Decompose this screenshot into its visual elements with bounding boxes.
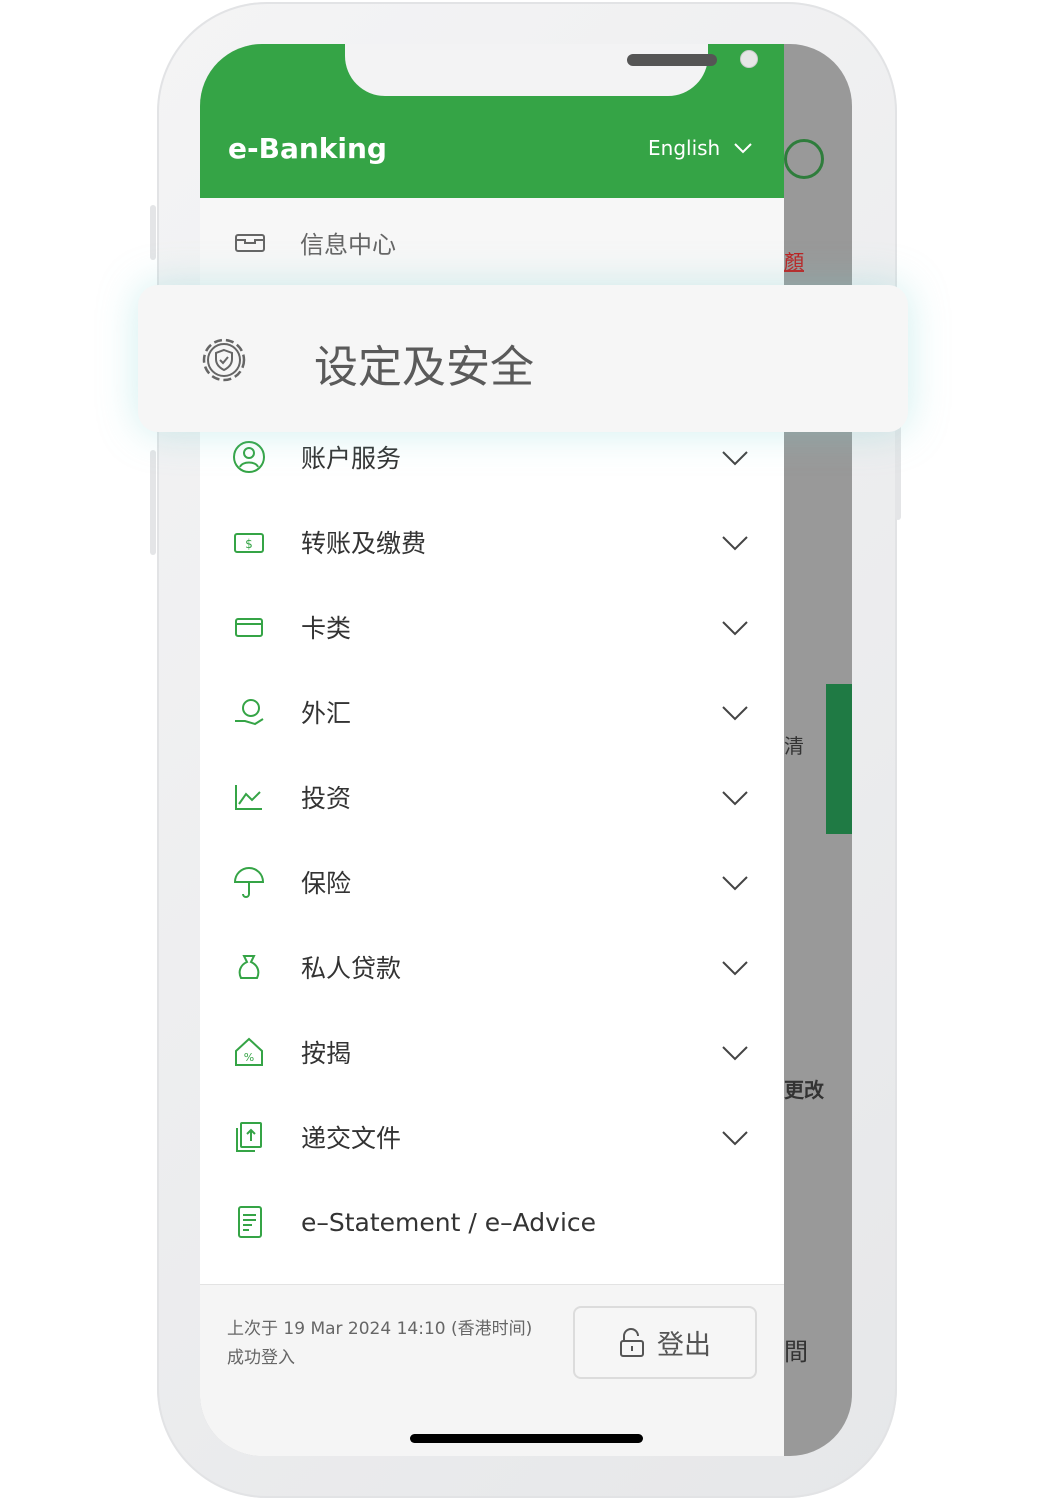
menu-label: 转账及缴费: [301, 529, 427, 558]
menu-item[interactable]: 卡类: [200, 597, 784, 657]
menu-item[interactable]: % 按揭: [200, 1022, 784, 1082]
menu-item-message-center[interactable]: 信息中心: [200, 198, 784, 286]
document-icon: [238, 1206, 262, 1238]
chevron-down-icon: [734, 143, 752, 154]
chevron-down-icon[interactable]: [722, 444, 748, 470]
inbox-icon: [235, 234, 265, 252]
menu-label: 账户服务: [301, 444, 402, 473]
upload-doc-icon: [236, 1122, 262, 1152]
user-icon: [233, 441, 265, 473]
menu-label: 递交文件: [301, 1124, 402, 1153]
menu-label: 按揭: [301, 1039, 352, 1068]
chevron-down-icon[interactable]: [722, 869, 748, 895]
card-icon: [235, 618, 263, 637]
menu-item[interactable]: 私人贷款: [200, 937, 784, 997]
transfer-icon: $: [234, 533, 264, 553]
menu-label: 外汇: [301, 699, 352, 728]
chevron-down-icon[interactable]: [722, 614, 748, 640]
house-percent-icon: %: [235, 1037, 263, 1066]
chevron-down-icon[interactable]: [722, 1124, 748, 1150]
background-text: 間: [784, 1338, 808, 1366]
menu-label: 保险: [301, 869, 352, 898]
menu-item[interactable]: $ 转账及缴费: [200, 512, 784, 572]
notch: [345, 44, 758, 96]
menu-label: 信息中心: [300, 230, 396, 259]
menu-item[interactable]: e–Statement / e–Advice: [200, 1192, 784, 1252]
menu-label: 卡类: [301, 614, 352, 643]
last-login-line: 成功登入: [227, 1348, 295, 1368]
menu-item[interactable]: 账户服务: [200, 427, 784, 487]
phone-button: [150, 450, 156, 555]
chat-icon: [784, 139, 824, 179]
chevron-down-icon[interactable]: [722, 699, 748, 725]
language-label: English: [648, 136, 721, 160]
background-text: 顏: [784, 250, 804, 274]
last-login-text: 上次于 19 Mar 2024 14:10 (香港时间) 成功登入: [227, 1315, 532, 1373]
screen: 顏 清 更改 間 e-Banking English 信息中心 账户服务 $ 转账及…: [200, 44, 852, 1456]
umbrella-icon: [233, 867, 265, 898]
unlock-icon: [620, 1327, 644, 1357]
chevron-down-icon[interactable]: [722, 1039, 748, 1065]
menu-item[interactable]: 投资: [200, 767, 784, 827]
chevron-down-icon[interactable]: [722, 954, 748, 980]
drawer-header: e-Banking English: [200, 44, 784, 198]
navigation-drawer: e-Banking English 信息中心 账户服务 $ 转账及缴费卡类外汇投资保…: [200, 44, 784, 1456]
menu-item-settings-security[interactable]: 设定及安全: [138, 285, 908, 432]
language-selector[interactable]: English: [648, 136, 752, 160]
app-title: e-Banking: [228, 132, 387, 165]
background-chart: [826, 684, 852, 834]
menu-label: 私人贷款: [301, 954, 402, 983]
logout-button[interactable]: 登出: [573, 1306, 757, 1379]
fx-icon: [235, 699, 264, 726]
menu-item[interactable]: 外汇: [200, 682, 784, 742]
background-text: 清: [784, 734, 804, 758]
menu-item[interactable]: 递交文件: [200, 1107, 784, 1167]
logout-label: 登出: [657, 1330, 711, 1361]
phone-button: [150, 205, 156, 260]
menu-label: 投资: [301, 784, 352, 813]
chevron-down-icon[interactable]: [722, 784, 748, 810]
svg-text:$: $: [245, 537, 253, 551]
chevron-down-icon[interactable]: [722, 529, 748, 555]
home-indicator[interactable]: [410, 1434, 643, 1443]
chart-icon: [235, 785, 262, 810]
menu-label: 设定及安全: [314, 342, 534, 393]
money-bag-icon: [238, 955, 260, 979]
last-login-line: 上次于 19 Mar 2024 14:10 (香港时间): [227, 1319, 533, 1339]
gear-shield-icon: [202, 338, 246, 382]
background-text: 更改: [784, 1078, 824, 1102]
drawer-footer: 上次于 19 Mar 2024 14:10 (香港时间) 成功登入 登出: [200, 1284, 784, 1456]
menu-label: e–Statement / e–Advice: [301, 1207, 597, 1237]
menu-item[interactable]: 保险: [200, 852, 784, 912]
svg-text:%: %: [244, 1051, 254, 1064]
